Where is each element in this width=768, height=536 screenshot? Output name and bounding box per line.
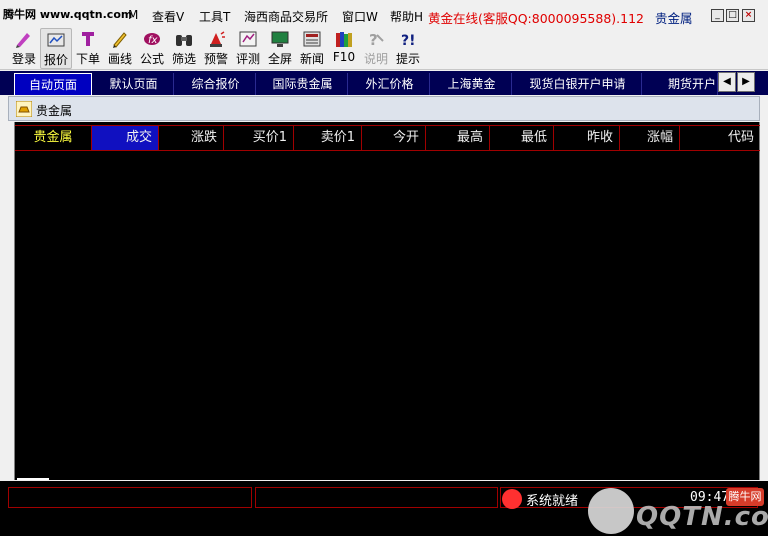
- tab-forex-prices[interactable]: 外汇价格: [350, 73, 430, 95]
- tab-composite-quote[interactable]: 综合报价: [176, 73, 256, 95]
- alert-label: 预警: [203, 52, 228, 66]
- connection-status-icon: [502, 489, 522, 509]
- login-button[interactable]: 登录: [8, 28, 40, 69]
- f10-label: F10: [332, 50, 356, 64]
- manual-button[interactable]: ? 说明: [360, 28, 392, 69]
- tab-scroll-right-button[interactable]: ▶: [737, 72, 755, 92]
- column-header-bid1[interactable]: 买价1: [224, 126, 294, 150]
- minimize-button[interactable]: _: [711, 9, 724, 22]
- column-header-open[interactable]: 今开: [362, 126, 426, 150]
- manual-label: 说明: [363, 52, 388, 66]
- binoculars-icon: [176, 35, 192, 46]
- tab-intl-precious-metals[interactable]: 国际贵金属: [258, 73, 348, 95]
- hint-button[interactable]: ?! 提示: [392, 28, 424, 69]
- menu-item-tools[interactable]: 工具T: [199, 8, 230, 25]
- site-logo: 腾牛网 www.qqtn.com: [3, 8, 133, 21]
- marquee-text: 黄金在线(客服QQ:8000095588).112: [428, 11, 645, 26]
- status-text: 系统就绪: [526, 494, 579, 509]
- formula-icon: fx: [144, 33, 160, 46]
- formula-label: 公式: [139, 52, 164, 66]
- review-label: 评测: [235, 52, 260, 66]
- login-label: 登录: [11, 52, 36, 66]
- help-disabled-icon: ?: [369, 31, 384, 49]
- tab-bar: 自动页面 默认页面 综合报价 国际贵金属 外汇价格 上海黄金 现货白银开户申请 …: [0, 71, 768, 95]
- menu-item-exchange[interactable]: 海西商品交易所: [244, 8, 328, 25]
- alarm-icon: [210, 31, 225, 47]
- column-header-high[interactable]: 最高: [426, 126, 490, 150]
- review-icon: [239, 31, 257, 47]
- grid-header: 贵金属 成交 涨跌 买价1 卖价1 今开 最高 最低 昨收 涨幅 代码: [15, 125, 760, 151]
- menu-item-help[interactable]: 帮助H: [390, 8, 423, 25]
- watermark-logo-icon: [588, 488, 634, 534]
- tab-silver-account-apply[interactable]: 现货白银开户申请: [514, 73, 642, 95]
- tab-scroll-left-button[interactable]: ◀: [718, 72, 736, 92]
- svg-text:fx: fx: [148, 35, 158, 46]
- column-header-last[interactable]: 成交: [92, 126, 159, 150]
- gold-ingot-icon: [16, 101, 32, 117]
- column-header-change[interactable]: 涨跌: [159, 126, 224, 150]
- watermark: QQTN.com 腾牛网: [588, 486, 768, 536]
- quote-grid[interactable]: 贵金属 成交 涨跌 买价1 卖价1 今开 最高 最低 昨收 涨幅 代码: [14, 122, 760, 480]
- books-icon: [336, 32, 352, 47]
- tab-shanghai-gold[interactable]: 上海黄金: [432, 73, 512, 95]
- order-icon: [82, 32, 94, 46]
- watermark-badge: 腾牛网: [726, 488, 764, 506]
- screen-button[interactable]: 筛选: [168, 28, 200, 69]
- draw-line-button[interactable]: 画线: [104, 28, 136, 69]
- news-icon: [303, 31, 321, 47]
- order-button[interactable]: 下单: [72, 28, 104, 69]
- panel-title: 贵金属: [36, 104, 73, 118]
- maximize-button[interactable]: □: [726, 9, 739, 22]
- hint-label: 提示: [395, 52, 420, 66]
- hint-icon: ?!: [401, 33, 416, 49]
- column-header-ask1[interactable]: 卖价1: [294, 126, 362, 150]
- menu-item-m[interactable]: M: [128, 8, 138, 22]
- menu-item-window[interactable]: 窗口W: [342, 8, 378, 25]
- news-label: 新闻: [299, 52, 324, 66]
- panel-title-bar: 贵金属: [8, 96, 760, 121]
- quote-button[interactable]: 报价: [40, 28, 72, 69]
- svg-text:?!: ?!: [401, 33, 416, 49]
- quote-label: 报价: [43, 53, 68, 67]
- formula-button[interactable]: fx 公式: [136, 28, 168, 69]
- news-button[interactable]: 新闻: [296, 28, 328, 69]
- fullscreen-label: 全屏: [267, 52, 292, 66]
- column-header-prev-close[interactable]: 昨收: [554, 126, 620, 150]
- marquee-category: 贵金属: [655, 11, 693, 26]
- close-button[interactable]: ×: [742, 9, 755, 22]
- watermark-brand: QQTN.com: [636, 502, 768, 532]
- tab-auto-page[interactable]: 自动页面: [14, 73, 92, 95]
- tab-futures-account[interactable]: 期货开户: [644, 73, 718, 95]
- status-pane-2: [255, 487, 498, 508]
- quote-icon: [47, 33, 65, 47]
- fullscreen-button[interactable]: 全屏: [264, 28, 296, 69]
- menu-bar: 腾牛网 www.qqtn.com M 查看V 工具T 海西商品交易所 窗口W 帮…: [0, 0, 768, 30]
- screen-label: 筛选: [171, 52, 196, 66]
- column-header-name[interactable]: 贵金属: [15, 126, 92, 150]
- f10-button[interactable]: F10: [328, 28, 360, 69]
- tab-default-page[interactable]: 默认页面: [94, 73, 174, 95]
- grid-scroll-indicator: [17, 478, 49, 480]
- alert-button[interactable]: 预警: [200, 28, 232, 69]
- toolbar: 登录 报价 下单 画线 fx 公式 筛选 预警 评测 全屏 新闻 F10 ? 说…: [0, 28, 768, 70]
- monitor-icon: [271, 31, 289, 47]
- pen-icon: [16, 33, 30, 48]
- column-header-pct-change[interactable]: 涨幅: [620, 126, 680, 150]
- column-header-low[interactable]: 最低: [490, 126, 554, 150]
- draw-line-icon: [113, 32, 127, 48]
- draw-line-label: 画线: [107, 52, 132, 66]
- svg-text:?: ?: [369, 31, 378, 49]
- menu-item-view[interactable]: 查看V: [152, 8, 184, 25]
- order-label: 下单: [75, 52, 100, 66]
- review-button[interactable]: 评测: [232, 28, 264, 69]
- status-pane-1: [8, 487, 252, 508]
- column-header-code[interactable]: 代码: [680, 126, 760, 150]
